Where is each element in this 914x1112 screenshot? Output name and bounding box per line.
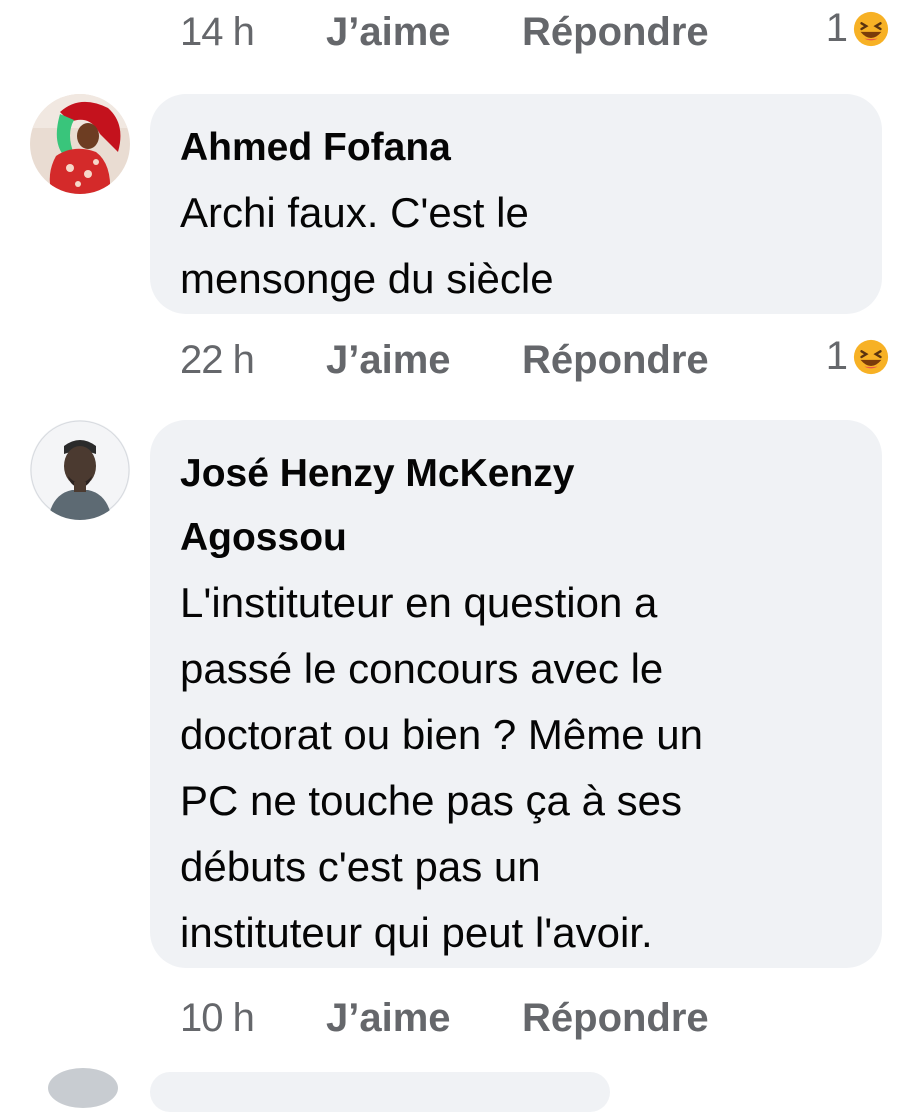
comment-text-line: doctorat ou bien ? Même un xyxy=(180,711,703,758)
comment-text-line: débuts c'est pas un xyxy=(180,843,541,890)
comment-author[interactable]: Ahmed Fofana xyxy=(180,116,852,180)
reply-button[interactable]: Répondre xyxy=(522,10,709,55)
profile-photo-icon xyxy=(30,420,130,520)
comment-text-line: mensonge du siècle xyxy=(180,255,554,302)
comment-author-line[interactable]: José Henzy McKenzy xyxy=(180,442,852,506)
comment-bubble[interactable]: Ahmed Fofana Archi faux. C'est le menson… xyxy=(150,94,882,314)
comment-bubble[interactable]: José Henzy McKenzy Agossou L'instituteur… xyxy=(150,420,882,968)
laughing-emoji-icon xyxy=(853,11,889,46)
avatar-next-comment[interactable] xyxy=(48,1068,118,1108)
comment-actions: 22 h J’aime Répondre 1 xyxy=(180,330,890,390)
reply-button[interactable]: Répondre xyxy=(522,996,709,1041)
reaction-summary[interactable]: 1 xyxy=(826,334,890,379)
avatar[interactable] xyxy=(30,420,130,520)
like-button[interactable]: J’aime xyxy=(326,10,451,55)
avatar[interactable] xyxy=(30,94,130,194)
like-button[interactable]: J’aime xyxy=(326,338,451,383)
profile-photo-icon xyxy=(30,94,130,194)
comment-actions: 10 h J’aime Répondre xyxy=(180,988,890,1048)
comment-text-line: L'instituteur en question a xyxy=(180,579,658,626)
like-button[interactable]: J’aime xyxy=(326,996,451,1041)
comment-text-line: PC ne touche pas ça à ses xyxy=(180,777,682,824)
comment-text-line: Archi faux. C'est le xyxy=(180,189,529,236)
comment-actions-top: 14 h J’aime Répondre 1 xyxy=(180,2,890,62)
comment-text-line: passé le concours avec le xyxy=(180,645,664,692)
comment-time: 14 h xyxy=(180,10,255,54)
comment-text-line: instituteur qui peut l'avoir. xyxy=(180,909,653,956)
comment-bubble-next[interactable] xyxy=(150,1072,610,1112)
reply-button[interactable]: Répondre xyxy=(522,338,709,383)
comment-author-line[interactable]: Agossou xyxy=(180,506,852,570)
comment-time: 22 h xyxy=(180,338,255,382)
comment-time: 10 h xyxy=(180,996,255,1040)
reaction-count: 1 xyxy=(825,6,848,50)
reaction-summary[interactable]: 1 xyxy=(826,6,890,51)
laughing-emoji-icon xyxy=(853,339,889,374)
reaction-count: 1 xyxy=(825,334,848,378)
